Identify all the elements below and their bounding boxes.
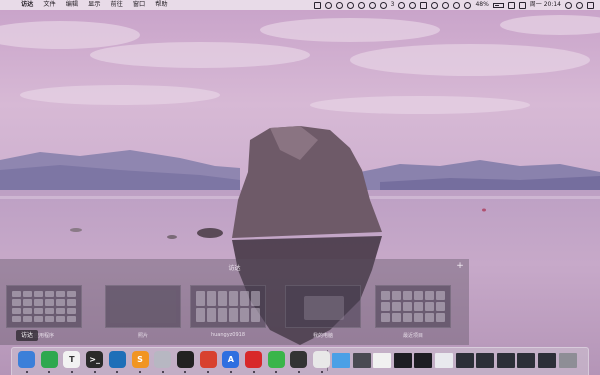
image-window-icon[interactable] [435,353,453,368]
siri-icon[interactable] [576,1,583,9]
menu-bar: 访达 文件 编辑 显示 前往 窗口 帮助 3 48% 周一 20:14 [0,0,600,10]
file-grid [381,291,445,322]
running-indicator [70,371,73,373]
status-area: 3 48% 周一 20:14 [312,0,600,10]
window-thumbnail-photos[interactable] [105,285,181,328]
menu-item-finder[interactable]: 访达 [16,0,38,10]
wifi-icon[interactable] [453,1,461,9]
menu-item-help[interactable]: 帮助 [150,0,172,10]
pdf-icon[interactable] [199,351,217,368]
window-thumb-icon[interactable] [517,353,536,368]
window-thumbnail-label: huangyz0918 [210,332,246,338]
menu-item-go[interactable]: 前往 [106,0,128,10]
running-indicator [161,371,164,373]
status-app-icon[interactable] [346,1,354,9]
running-indicator [297,371,300,373]
window-thumb-icon[interactable] [352,353,371,368]
finder-icon[interactable] [18,351,35,368]
terminal-icon[interactable]: >_ [86,351,104,368]
netease-music-icon[interactable] [245,351,262,368]
add-space-button[interactable]: + [455,261,465,271]
menu-item-edit[interactable]: 编辑 [61,0,83,10]
dock-tooltip: 访达 [16,330,39,341]
window-thumbnail-label: 照片 [137,333,148,339]
window-thumb-icon[interactable] [476,353,495,368]
status-app-icon[interactable] [313,1,321,9]
search-icon[interactable] [565,1,572,9]
window-thumbnail-recents[interactable] [375,285,451,328]
running-indicator [25,371,28,373]
status-app-icon[interactable] [324,1,332,9]
typora-icon[interactable]: T [63,351,81,368]
volume-icon[interactable] [464,1,472,9]
running-indicator [229,371,232,373]
weibo-icon[interactable] [335,1,343,9]
input-method-icon[interactable] [507,1,515,9]
navigation-icon[interactable]: A [222,351,240,368]
menubar-clock[interactable]: 周一 20:14 [530,0,561,10]
space-label: 访达 [228,265,241,272]
running-indicator [93,371,96,373]
window-thumbnail-label: 最近项目 [402,333,423,339]
notification-center-icon[interactable] [587,1,594,9]
battery-icon[interactable] [492,2,504,8]
trash-icon[interactable] [558,353,577,368]
window-thumbnail-label: 我的电脑 [312,333,333,339]
wechat-status-icon[interactable] [379,1,387,9]
time-machine-icon[interactable] [368,1,376,9]
console-icon[interactable] [290,351,308,368]
window-thumb-icon[interactable] [538,353,556,368]
status-app-icon[interactable] [420,1,428,9]
evernote-icon[interactable] [40,351,58,368]
app-grid [12,291,76,322]
folder-icon[interactable] [332,353,350,368]
window-preview [110,290,176,323]
wechat-icon[interactable] [267,351,285,368]
window-thumbnail-home[interactable] [190,285,266,328]
status-app-icon[interactable] [409,1,417,9]
running-indicator [139,371,141,373]
preview-icon[interactable] [154,351,172,368]
running-indicator [252,371,255,373]
vscode-icon[interactable] [108,351,126,368]
status-app-icon[interactable] [357,1,365,9]
window-thumbnail-applications[interactable] [6,285,82,328]
document-icon[interactable] [373,353,392,368]
qq-icon[interactable] [176,351,194,368]
flag-icon[interactable] [518,1,526,9]
file-grid [196,291,260,322]
window-thumbnail-computer[interactable] [285,285,361,328]
chrome-icon[interactable] [313,351,331,368]
terminal-window-icon[interactable] [393,353,412,368]
window-preview [304,296,344,320]
battery-percent[interactable]: 48% [475,0,488,10]
sublime-icon[interactable]: S [131,351,149,368]
window-thumb-icon[interactable] [455,353,474,368]
running-indicator [320,371,323,373]
status-app-icon[interactable] [398,1,406,9]
menu-item-window[interactable]: 窗口 [128,0,150,10]
terminal-window-icon[interactable] [414,353,433,368]
status-app-icon[interactable] [431,1,439,9]
menu-item-view[interactable]: 显示 [83,0,105,10]
menu-item-file[interactable]: 文件 [38,0,60,10]
notification-count: 3 [390,1,395,8]
window-thumb-icon[interactable] [496,353,515,368]
bluetooth-icon[interactable] [442,1,450,9]
